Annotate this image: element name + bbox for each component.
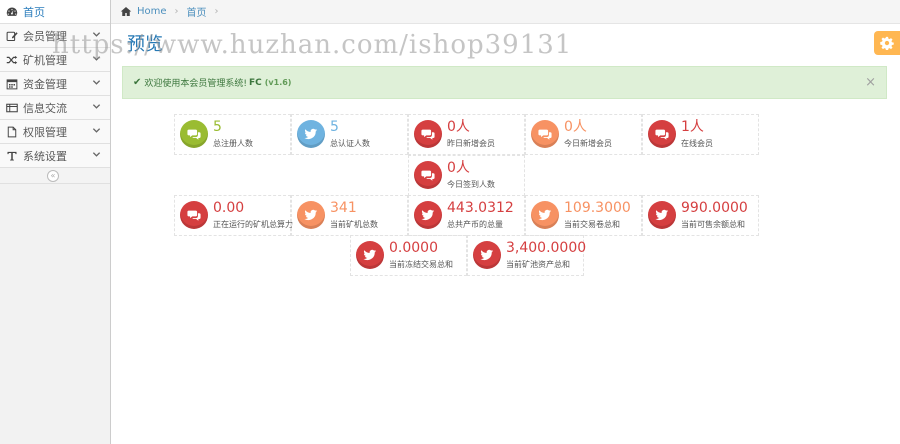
breadcrumb-home-link[interactable]: Home xyxy=(137,6,167,17)
stat-label: 总认证人数 xyxy=(330,139,370,148)
sidebar-item-label: 信息交流 xyxy=(23,101,67,115)
sidebar-collapse-bar: « xyxy=(0,168,110,184)
stat-tile: 341 当前矿机总数 xyxy=(291,195,408,236)
stat-tile: 0.00 正在运行的矿机总算力 xyxy=(174,195,293,236)
comments-icon xyxy=(180,120,208,148)
stat-label: 当前矿机总数 xyxy=(330,220,378,229)
sidebar-item-label: 会员管理 xyxy=(23,29,67,43)
sidebar-item-label: 权限管理 xyxy=(23,125,67,139)
stat-tile: 5 总认证人数 xyxy=(291,114,408,155)
stat-label: 今日新增会员 xyxy=(564,139,612,148)
twitter-icon xyxy=(297,201,325,229)
comments-icon xyxy=(414,120,442,148)
settings-button[interactable] xyxy=(874,31,900,55)
check-icon: ✔ xyxy=(133,77,142,88)
calendar-icon xyxy=(6,78,18,90)
dashboard-icon xyxy=(6,6,18,18)
twitter-icon xyxy=(356,241,384,269)
sidebar-item-settings[interactable]: 系统设置 xyxy=(0,144,110,168)
stat-tile: 0人今日签到人数 xyxy=(408,155,525,196)
stat-tile: 0.0000 当前冻结交易总和 xyxy=(350,235,467,276)
stat-value: 0.0000 xyxy=(389,240,438,256)
stat-tile: 1人在线会员 xyxy=(642,114,759,155)
chevron-down-icon xyxy=(92,104,101,109)
stat-label: 当前矿池资产总和 xyxy=(506,260,570,269)
comments-icon xyxy=(414,161,442,189)
stat-value: 443.0312 xyxy=(447,200,514,216)
stat-label: 正在运行的矿机总算力 xyxy=(213,220,293,229)
file-icon xyxy=(6,126,18,138)
page-title: 预览 xyxy=(127,34,163,55)
edit-icon xyxy=(6,30,18,42)
stat-label: 当前冻结交易总和 xyxy=(389,260,453,269)
home-icon xyxy=(120,7,132,16)
breadcrumb-current-link[interactable]: 首页 xyxy=(187,4,207,19)
alert-text: 欢迎使用本会员管理系统! xyxy=(144,79,247,89)
stat-value: 1人 xyxy=(681,119,704,135)
stat-value: 0人 xyxy=(447,119,470,135)
twitter-icon xyxy=(297,120,325,148)
breadcrumb-separator: › xyxy=(214,6,219,17)
breadcrumb-separator: › xyxy=(174,6,179,17)
alert-version: (v1.6) xyxy=(264,78,292,87)
stat-tile: 0人今日新增会员 xyxy=(525,114,642,155)
chevron-down-icon xyxy=(92,32,101,37)
alert-close-button[interactable]: × xyxy=(865,75,876,90)
twitter-icon xyxy=(648,201,676,229)
stat-label: 在线会员 xyxy=(681,139,713,148)
stat-value: 5 xyxy=(330,119,339,135)
chevron-down-icon xyxy=(92,128,101,133)
stat-value: 990.0000 xyxy=(681,200,748,216)
sidebar-item-miners[interactable]: 矿机管理 xyxy=(0,48,110,72)
stat-tile: 990.0000 当前可售余额总和 xyxy=(642,195,759,236)
stat-value: 109.3000 xyxy=(564,200,631,216)
stat-tile: 5 总注册人数 xyxy=(174,114,291,155)
comments-icon xyxy=(531,120,559,148)
sidebar-item-home[interactable]: 首页 xyxy=(0,0,110,24)
stat-tile: 3,400.0000 当前矿池资产总和 xyxy=(467,235,587,276)
stat-label: 昨日新增会员 xyxy=(447,139,495,148)
chevron-down-icon xyxy=(92,56,101,61)
stat-value: 0人 xyxy=(564,119,587,135)
sidebar-item-label: 首页 xyxy=(23,5,45,19)
stat-tile: 443.0312 总共产币的总量 xyxy=(408,195,525,236)
stat-value: 3,400.0000 xyxy=(506,240,587,256)
list-icon xyxy=(6,102,18,114)
stat-label: 今日签到人数 xyxy=(447,180,495,189)
sidebar-item-permissions[interactable]: 权限管理 xyxy=(0,120,110,144)
sidebar-item-messages[interactable]: 信息交流 xyxy=(0,96,110,120)
twitter-icon xyxy=(531,201,559,229)
comments-icon xyxy=(648,120,676,148)
chevron-down-icon xyxy=(92,80,101,85)
chevron-down-icon xyxy=(92,152,101,157)
sidebar-item-label: 矿机管理 xyxy=(23,53,67,67)
sidebar-item-label: 资金管理 xyxy=(23,77,67,91)
sidebar-item-members[interactable]: 会员管理 xyxy=(0,24,110,48)
stat-label: 当前可售余额总和 xyxy=(681,220,745,229)
stat-value: 0.00 xyxy=(213,200,245,216)
sidebar: 首页 会员管理 矿机管理 资金管理 信息交流 权限管理 系统设置 « xyxy=(0,0,111,444)
stat-label: 总注册人数 xyxy=(213,139,253,148)
stat-value: 0人 xyxy=(447,160,470,176)
stat-label: 当前交易卷总和 xyxy=(564,220,620,229)
shuffle-icon xyxy=(6,54,18,66)
comments-icon xyxy=(180,201,208,229)
text-icon xyxy=(6,150,18,162)
stat-tile: 109.3000 当前交易卷总和 xyxy=(525,195,642,236)
breadcrumb: Home › 首页 › xyxy=(111,0,900,24)
twitter-icon xyxy=(473,241,501,269)
twitter-icon xyxy=(414,201,442,229)
welcome-alert: ✔ 欢迎使用本会员管理系统! FC (v1.6) × xyxy=(122,66,887,99)
stat-value: 341 xyxy=(330,200,357,216)
sidebar-collapse-button[interactable]: « xyxy=(47,170,59,182)
gear-icon xyxy=(880,36,894,50)
stat-label: 总共产币的总量 xyxy=(447,220,503,229)
alert-brand: FC xyxy=(249,77,262,88)
sidebar-item-label: 系统设置 xyxy=(23,149,67,163)
stat-value: 5 xyxy=(213,119,222,135)
sidebar-item-funds[interactable]: 资金管理 xyxy=(0,72,110,96)
stat-tile: 0人昨日新增会员 xyxy=(408,114,525,155)
